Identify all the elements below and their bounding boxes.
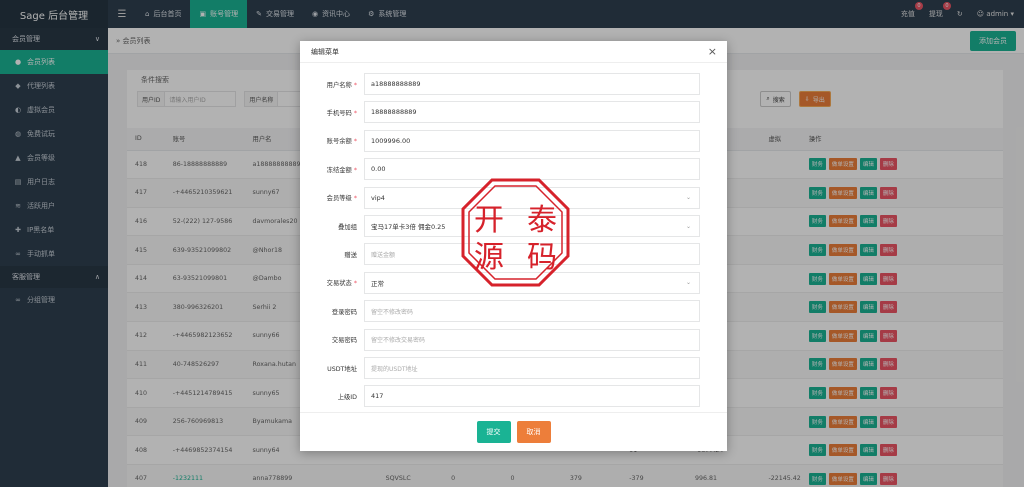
form-row: 手机号码 * 18888888889 — [300, 101, 727, 124]
required-mark: * — [353, 280, 357, 288]
form-input[interactable]: 留空不修改交易密码 — [364, 328, 700, 351]
form-row: 用户名称 * a18888888889 — [300, 73, 727, 95]
chevron-down-icon: ⌄ — [685, 194, 691, 202]
chevron-down-icon: ⌄ — [685, 222, 691, 230]
form-label: 登录密码 — [331, 308, 357, 316]
form-input[interactable]: 提现的USDT地址 — [364, 357, 700, 379]
form-input[interactable]: 18888888889 — [364, 101, 700, 124]
form-row: 登录密码 留空不修改密码 — [300, 300, 727, 323]
required-mark: * — [353, 81, 357, 89]
cancel-button[interactable]: 取消 — [516, 421, 551, 443]
form-label: 手机号码 * — [326, 109, 357, 117]
dialog-title: 编辑菜单 — [311, 47, 339, 56]
required-mark: * — [353, 195, 357, 203]
form-label: 交易状态 * — [326, 280, 357, 288]
form-row: 交易密码 留空不修改交易密码 — [300, 328, 727, 351]
required-mark: * — [353, 138, 357, 146]
required-mark: * — [353, 109, 357, 117]
seal-stamp: 开 泰 源 码 — [461, 178, 570, 287]
form-label: 交易密码 — [331, 337, 357, 345]
form-label: 叠加组 — [338, 223, 357, 231]
form-label: 账号余额 * — [326, 138, 357, 146]
form-label: 用户名称 * — [326, 81, 357, 89]
form-label: 上级ID — [337, 393, 357, 401]
dialog-footer: 提交 取消 — [300, 412, 727, 451]
submit-button[interactable]: 提交 — [476, 421, 511, 443]
form-input[interactable]: 留空不修改密码 — [364, 300, 700, 323]
form-label: 会员等级 * — [326, 195, 357, 203]
form-row: 账号余额 * 1009996.00 — [300, 129, 727, 152]
svg-text:开: 开 — [474, 203, 504, 238]
form-label: 赠送 — [344, 251, 357, 259]
form-row: USDT地址 提现的USDT地址 — [300, 357, 727, 379]
form-input[interactable]: 1009996.00 — [364, 129, 700, 152]
chevron-down-icon: ⌄ — [685, 279, 691, 287]
close-icon[interactable]: × — [708, 45, 717, 58]
svg-text:泰: 泰 — [527, 203, 557, 238]
svg-text:码: 码 — [527, 240, 557, 275]
form-input[interactable]: a18888888889 — [364, 73, 700, 95]
dialog-header: 编辑菜单 × — [300, 41, 727, 63]
form-row: 上级ID 417 — [300, 385, 727, 408]
form-label: 冻结金额 * — [326, 166, 357, 174]
form-label: USDT地址 — [327, 365, 357, 373]
form-input[interactable]: 417 — [364, 385, 700, 408]
svg-text:源: 源 — [474, 240, 504, 275]
required-mark: * — [353, 166, 357, 174]
